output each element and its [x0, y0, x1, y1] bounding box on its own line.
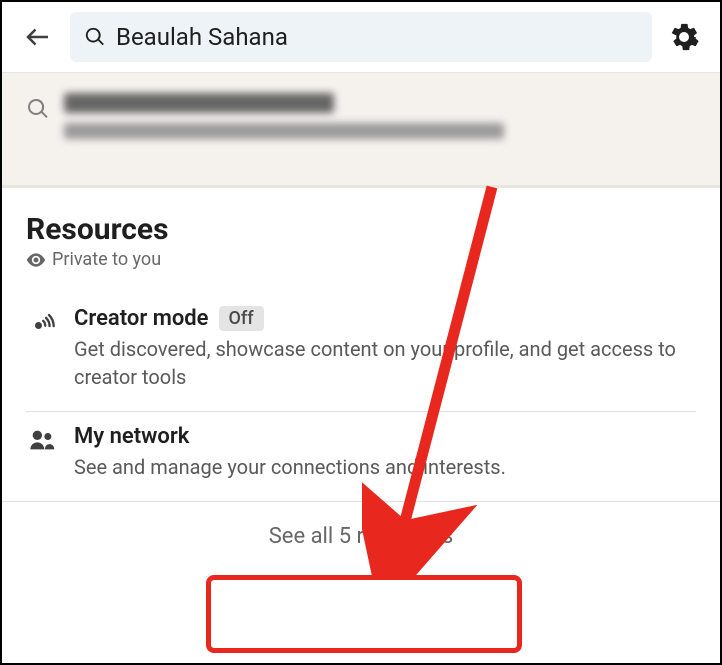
resource-item-my-network[interactable]: My network See and manage your connectio… [26, 412, 696, 501]
annotation-highlight-box [206, 575, 522, 653]
settings-button[interactable] [664, 17, 704, 57]
resource-name: My network [74, 424, 189, 449]
antenna-icon [28, 308, 56, 336]
arrow-left-icon [23, 22, 53, 52]
creator-mode-badge: Off [219, 306, 264, 331]
resources-heading: Resources [26, 212, 696, 247]
privacy-label: Private to you [52, 249, 161, 270]
resource-item-creator-mode[interactable]: Creator mode Off Get discovered, showcas… [26, 294, 696, 412]
search-value: Beaulah Sahana [116, 23, 288, 51]
privacy-indicator: Private to you [26, 249, 696, 270]
search-appearances-icon [26, 97, 50, 125]
resource-description: Get discovered, showcase content on your… [74, 335, 696, 391]
resources-section: Resources Private to you Creator mode Of… [2, 188, 720, 501]
see-all-label: See all 5 resources [269, 524, 454, 549]
search-icon [84, 26, 106, 48]
analytics-title-blurred [64, 93, 334, 113]
back-button[interactable] [18, 17, 58, 57]
resource-description: See and manage your connections and inte… [74, 453, 696, 481]
gear-icon [669, 22, 699, 52]
resource-name: Creator mode [74, 306, 209, 331]
people-icon [28, 426, 56, 454]
see-all-resources-button[interactable]: See all 5 resources [2, 501, 720, 571]
analytics-card[interactable] [2, 72, 720, 188]
search-input[interactable]: Beaulah Sahana [70, 12, 652, 62]
app-header: Beaulah Sahana [2, 2, 720, 72]
eye-icon [26, 250, 46, 270]
analytics-subtitle-blurred [64, 123, 504, 139]
